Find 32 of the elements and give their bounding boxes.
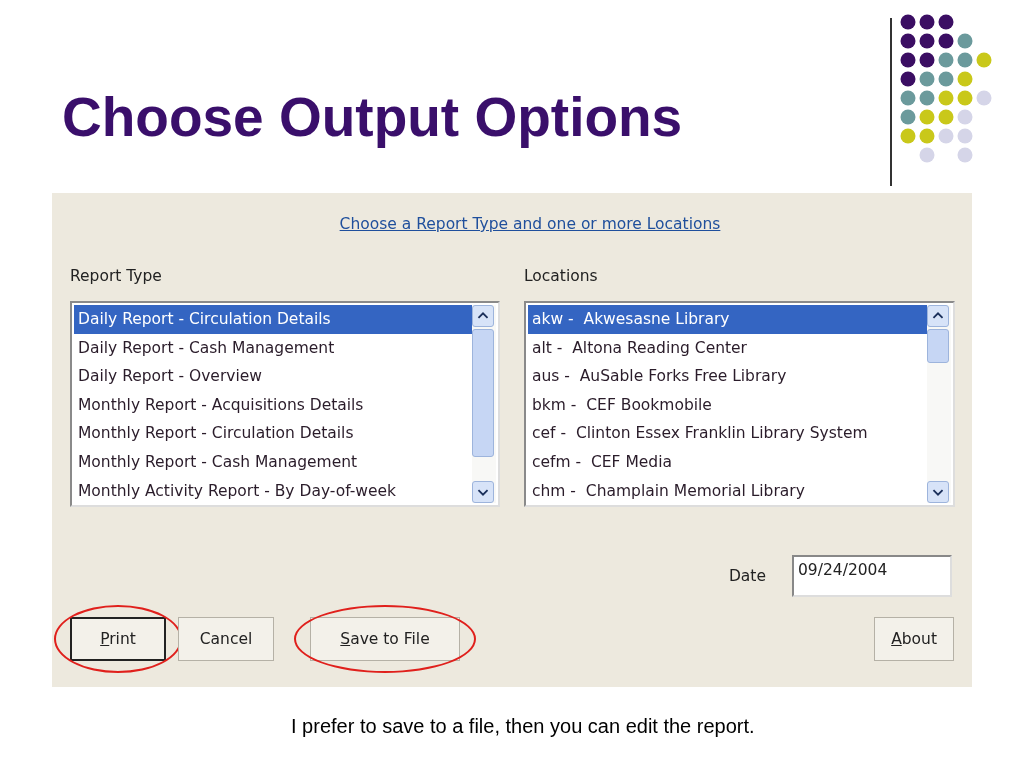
dialog-button[interactable]: Cancel <box>178 617 274 661</box>
scroll-down-icon[interactable] <box>927 481 949 503</box>
date-label: Date <box>728 567 766 585</box>
scrollbar-thumb[interactable] <box>472 329 494 457</box>
list-item[interactable]: cef - Clinton Essex Franklin Library System <box>528 419 927 448</box>
list-item[interactable]: Monthly Report - Cash Management <box>74 447 472 477</box>
scroll-up-icon[interactable] <box>927 305 949 327</box>
list-item[interactable]: bkm - CEF Bookmobile <box>528 390 927 420</box>
list-item[interactable]: Monthly Report - Acquisitions Details <box>74 390 472 420</box>
list-item[interactable]: alt - Altona Reading Center <box>528 333 927 363</box>
list-item[interactable]: Monthly Activity Report - By Day-of-week <box>74 476 472 506</box>
dialog-button[interactable]: Print <box>70 617 166 661</box>
list-item[interactable]: Daily Report - Cash Management <box>74 333 472 363</box>
list-item[interactable]: aus - AuSable Forks Free Library <box>528 362 927 391</box>
instruction-link[interactable]: Choose a Report Type and one or more Locations <box>339 215 721 233</box>
list-item[interactable]: Daily Report - Overview <box>74 362 472 391</box>
list-label: Report Type <box>70 267 163 285</box>
dialog-button[interactable]: Save to File <box>310 617 460 661</box>
list-box[interactable]: akw - Akwesasne Library alt - Altona Reading Center aus - AuSable Forks Free Library bkm - CEF Bookmobile cef - Clinton Essex Franklin Library System cefm - CEF Media chm - Champlain Memorial Library <box>524 301 955 507</box>
list-box[interactable] <box>70 301 500 507</box>
scrollbar-thumb[interactable] <box>927 329 949 363</box>
slide-caption: I prefer to save to a file, then you can edit the report. <box>291 715 756 738</box>
scroll-up-icon[interactable] <box>472 305 494 327</box>
list-item[interactable]: chm - Champlain Memorial Library <box>528 476 927 506</box>
list-item[interactable]: akw - Akwesasne Library <box>528 305 927 334</box>
scroll-down-icon[interactable] <box>472 481 494 503</box>
list-item[interactable]: cefm - CEF Media <box>528 447 927 477</box>
list-item[interactable]: Monthly Report - Circulation Details <box>74 419 472 448</box>
list-item[interactable]: Daily Report - Circulation Details <box>74 305 472 334</box>
list-label: Locations <box>524 267 599 285</box>
about-button[interactable]: About <box>874 617 954 661</box>
date-field[interactable]: 09/24/2004 <box>792 555 952 597</box>
